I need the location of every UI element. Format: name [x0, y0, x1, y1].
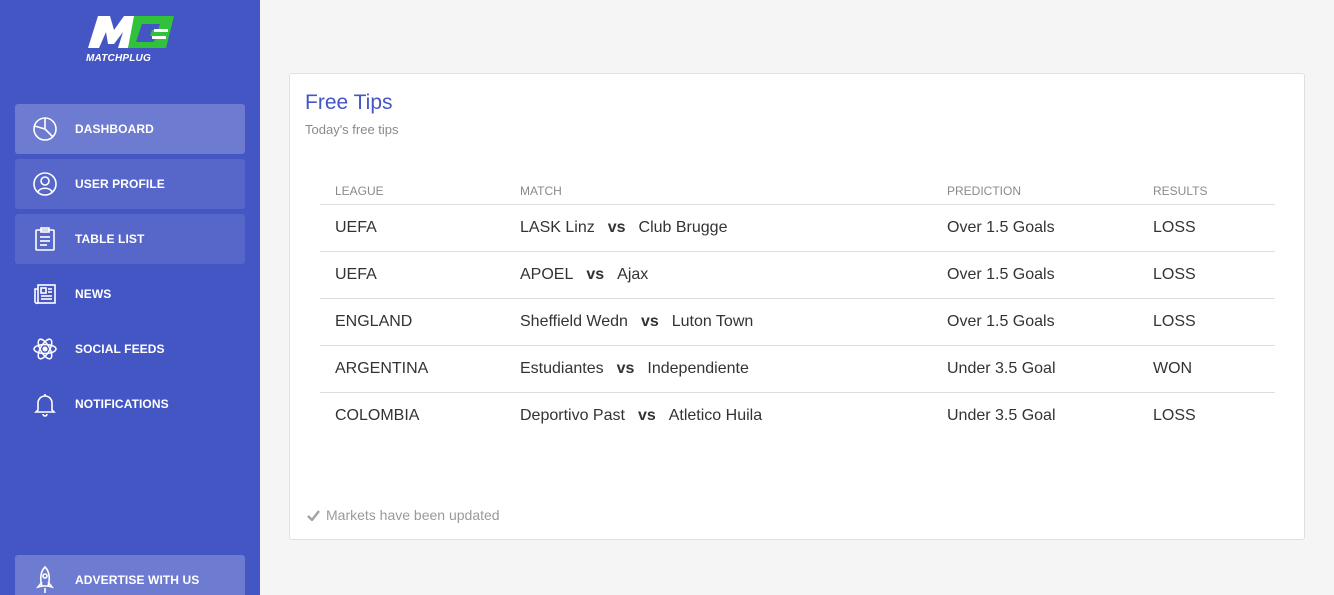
- table-row: UEFA LASK Linz vs Club Brugge Over 1.5 Goa…: [320, 205, 1275, 252]
- prediction-cell: Over 1.5 Goals: [947, 219, 1055, 236]
- nav-table-list[interactable]: TABLE LIST: [15, 214, 245, 264]
- table-header: LEAGUE MATCH PREDICTION RESULTS: [320, 176, 1275, 205]
- table-row: UEFA APOEL vs Ajax Over 1.5 Goals LOSS: [320, 252, 1275, 299]
- card-footer: Markets have been updated: [307, 507, 500, 523]
- away-team: Ajax: [617, 266, 649, 283]
- header-match: MATCH: [520, 184, 562, 198]
- table-row: ENGLAND Sheffield Wedn vs Luton Town Over …: [320, 299, 1275, 346]
- tips-table: LEAGUE MATCH PREDICTION RESULTS UEFA LAS…: [320, 176, 1275, 440]
- result-cell: LOSS: [1153, 219, 1196, 236]
- nav-user-profile[interactable]: USER PROFILE: [15, 159, 245, 209]
- atom-icon: [30, 334, 60, 364]
- league-cell: COLOMBIA: [335, 407, 420, 424]
- nav-label: NOTIFICATIONS: [75, 397, 169, 411]
- nav-news[interactable]: NEWS: [15, 269, 245, 319]
- card-title: Free Tips: [305, 91, 393, 114]
- clipboard-icon: [30, 224, 60, 254]
- nav-social-feeds[interactable]: SOCIAL FEEDS: [15, 324, 245, 374]
- home-team: Sheffield Wedn: [520, 313, 628, 330]
- header-results: RESULTS: [1153, 184, 1208, 198]
- nav-label: SOCIAL FEEDS: [75, 342, 165, 356]
- match-cell: Estudiantes vs Independiente: [520, 360, 749, 378]
- pie-chart-icon: [30, 114, 60, 144]
- vs-label: vs: [640, 313, 659, 330]
- nav-label: NEWS: [75, 287, 112, 301]
- rocket-icon: [30, 565, 60, 595]
- home-team: LASK Linz: [520, 219, 595, 236]
- header-league: LEAGUE: [335, 184, 384, 198]
- sidebar: MATCHPLUG DASHBOARD USER PROFILE TABLE L…: [0, 0, 260, 595]
- away-team: Luton Town: [671, 313, 754, 330]
- league-cell: UEFA: [335, 219, 377, 236]
- card-subtitle: Today's free tips: [305, 122, 399, 137]
- check-icon: [307, 509, 320, 521]
- nav-label: USER PROFILE: [75, 177, 165, 191]
- nav-notifications[interactable]: NOTIFICATIONS: [15, 379, 245, 429]
- table-row: ARGENTINA Estudiantes vs Independiente Und…: [320, 346, 1275, 393]
- vs-label: vs: [586, 266, 605, 283]
- match-cell: Sheffield Wedn vs Luton Town: [520, 313, 753, 331]
- home-team: Deportivo Past: [520, 407, 625, 424]
- vs-label: vs: [637, 407, 656, 424]
- league-cell: ARGENTINA: [335, 360, 429, 377]
- user-icon: [30, 169, 60, 199]
- away-team: Atletico Huila: [668, 407, 763, 424]
- free-tips-card: Free Tips Today's free tips LEAGUE MATCH…: [289, 73, 1305, 540]
- header-prediction: PREDICTION: [947, 184, 1022, 198]
- away-team: Club Brugge: [638, 219, 728, 236]
- result-cell: LOSS: [1153, 266, 1196, 283]
- prediction-cell: Under 3.5 Goal: [947, 407, 1056, 424]
- nav-dashboard[interactable]: DASHBOARD: [15, 104, 245, 154]
- result-cell: LOSS: [1153, 407, 1196, 424]
- prediction-cell: Over 1.5 Goals: [947, 313, 1055, 330]
- nav-label: TABLE LIST: [75, 232, 145, 246]
- vs-label: vs: [607, 219, 626, 236]
- league-cell: ENGLAND: [335, 313, 413, 330]
- result-cell: WON: [1153, 360, 1193, 377]
- match-cell: LASK Linz vs Club Brugge: [520, 219, 727, 237]
- home-team: APOEL: [520, 266, 574, 283]
- footer-text: Markets have been updated: [326, 507, 500, 523]
- bell-icon: [30, 389, 60, 419]
- newspaper-icon: [30, 279, 60, 309]
- vs-label: vs: [616, 360, 635, 377]
- prediction-cell: Over 1.5 Goals: [947, 266, 1055, 283]
- match-cell: APOEL vs Ajax: [520, 266, 648, 284]
- league-cell: UEFA: [335, 266, 377, 283]
- home-team: Estudiantes: [520, 360, 604, 377]
- result-cell: LOSS: [1153, 313, 1196, 330]
- away-team: Independiente: [647, 360, 749, 377]
- nav-label: DASHBOARD: [75, 122, 154, 136]
- prediction-cell: Under 3.5 Goal: [947, 360, 1056, 377]
- match-cell: Deportivo Past vs Atletico Huila: [520, 407, 762, 425]
- logo-wordmark: MATCHPLUG: [86, 53, 151, 64]
- advertise-label: ADVERTISE WITH US: [75, 573, 200, 587]
- advertise-button[interactable]: ADVERTISE WITH US: [15, 555, 245, 595]
- table-row: COLOMBIA Deportivo Past vs Atletico Huila …: [320, 393, 1275, 440]
